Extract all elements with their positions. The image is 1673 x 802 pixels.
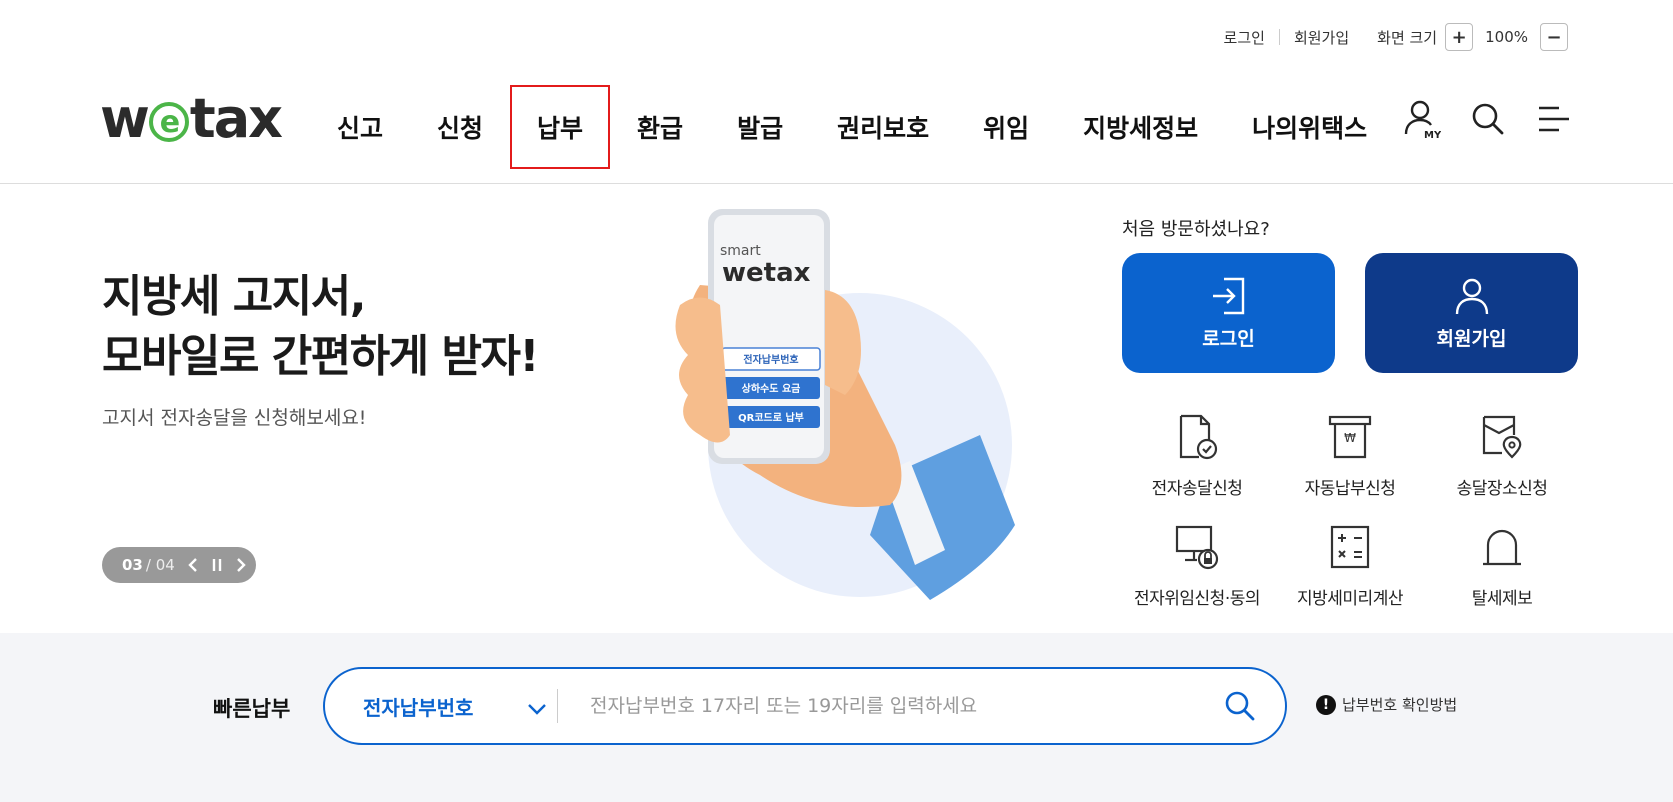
hero-subtitle: 고지서 전자송달을 신청해보세요! [102, 407, 367, 429]
service-e-delegation[interactable]: 전자위임신청·동의 [1122, 520, 1272, 609]
service-tax-evasion-report[interactable]: 탈세제보 [1427, 520, 1577, 609]
slide-total: / 04 [145, 556, 175, 574]
wetax-logo[interactable]: w e tax [100, 86, 283, 150]
hero-title-line2: 모바일로 간편하게 받자! [102, 331, 540, 382]
svg-text:wetax: wetax [722, 258, 811, 288]
hero-title: 지방세 고지서, 모바일로 간편하게 받자! [102, 267, 540, 387]
quick-pay-label: 빠른납부 [213, 697, 291, 721]
payment-type-select[interactable]: 전자납부번호 [325, 669, 557, 743]
zoom-value: 100% [1485, 28, 1528, 46]
menu-item-refund[interactable]: 환급 [610, 85, 710, 169]
service-label: 송달장소신청 [1456, 479, 1548, 499]
menu-item-apply[interactable]: 신청 [410, 85, 510, 169]
svg-text:QR코드로 납부: QR코드로 납부 [738, 411, 804, 424]
slide-current: 03 [122, 556, 143, 574]
zoom-in-button[interactable]: + [1445, 23, 1474, 51]
calculator-icon [1275, 520, 1425, 574]
service-label: 전자송달신청 [1151, 479, 1243, 499]
login-button-label: 로그인 [1202, 327, 1255, 350]
document-check-icon [1122, 410, 1272, 464]
payment-number-help-link[interactable]: ! 납부번호 확인방법 [1316, 694, 1457, 715]
hand-phone-illustration: smart wetax 전자납부번호 상하수도 요금 QR코드로 납부 [660, 205, 1030, 605]
service-label: 전자위임신청·동의 [1133, 589, 1261, 609]
service-label: 자동납부신청 [1304, 479, 1396, 499]
quick-pay-box: 전자납부번호 [323, 667, 1287, 745]
main-menu: 신고 신청 납부 환급 발급 권리보호 위임 지방세정보 나의위택스 [310, 70, 1394, 184]
my-page-icon[interactable]: MY [1403, 98, 1441, 140]
user-icon [1455, 278, 1488, 314]
search-icon[interactable] [1469, 98, 1507, 140]
login-button[interactable]: 로그인 [1122, 253, 1335, 373]
hero-title-line1: 지방세 고지서, [102, 271, 366, 322]
next-slide-icon[interactable] [235, 558, 247, 572]
prev-slide-icon[interactable] [187, 558, 199, 572]
payment-number-input[interactable] [558, 669, 1195, 743]
search-icon[interactable] [1195, 669, 1285, 743]
menu-item-localtax-info[interactable]: 지방세정보 [1056, 85, 1225, 169]
utility-bar: 로그인 회원가입 화면 크기 + 100% − [1210, 22, 1568, 52]
svg-text:₩: ₩ [1344, 431, 1356, 445]
service-auto-payment[interactable]: ₩ 자동납부신청 [1275, 410, 1425, 499]
monitor-lock-icon [1122, 520, 1272, 574]
global-navigation: w e tax 신고 신청 납부 환급 발급 권리보호 위임 지방세정보 나의위… [0, 70, 1673, 184]
svg-text:상하수도 요금: 상하수도 요금 [742, 382, 801, 395]
bill-icon: ₩ [1275, 410, 1425, 464]
zoom-out-button[interactable]: − [1540, 23, 1568, 51]
menu-item-delegation[interactable]: 위임 [956, 85, 1056, 169]
logo-text-tax: tax [189, 86, 283, 150]
menu-item-rights[interactable]: 권리보호 [810, 85, 956, 169]
service-label: 탈세제보 [1471, 589, 1533, 609]
service-label: 지방세미리계산 [1297, 589, 1403, 609]
help-label: 납부번호 확인방법 [1342, 696, 1458, 714]
join-button[interactable]: 회원가입 [1365, 253, 1578, 373]
payment-type-value: 전자납부번호 [363, 695, 474, 720]
menu-item-payment[interactable]: 납부 [510, 85, 611, 169]
menu-item-issue[interactable]: 발급 [710, 85, 810, 169]
svg-text:MY: MY [1424, 130, 1441, 140]
hamburger-menu-icon[interactable] [1535, 98, 1573, 140]
quick-pay-section: 빠른납부 전자납부번호 ! 납부번호 확인방법 [0, 633, 1673, 802]
first-visit-question: 처음 방문하셨나요? [1122, 219, 1270, 240]
logo-e-circle: e [148, 102, 189, 142]
svg-text:전자납부번호: 전자납부번호 [743, 353, 798, 366]
slider-controls: 03 / 04 [102, 547, 256, 583]
menu-item-report[interactable]: 신고 [310, 85, 410, 169]
header-icons: MY [1403, 98, 1573, 140]
service-delivery-place[interactable]: 송달장소신청 [1427, 410, 1577, 499]
zoom-label: 화면 크기 [1377, 28, 1438, 47]
login-icon [1212, 277, 1244, 314]
login-link[interactable]: 로그인 [1210, 27, 1279, 48]
join-link[interactable]: 회원가입 [1280, 27, 1363, 48]
chevron-down-icon [527, 697, 547, 721]
svg-text:smart: smart [720, 243, 761, 259]
envelope-location-icon [1427, 410, 1577, 464]
menu-item-my-wetax[interactable]: 나의위택스 [1225, 85, 1394, 169]
hero-banner: 지방세 고지서, 모바일로 간편하게 받자! 고지서 전자송달을 신청해보세요!… [0, 185, 1673, 633]
join-button-label: 회원가입 [1436, 327, 1507, 350]
alarm-bell-icon [1427, 520, 1577, 574]
service-e-delivery[interactable]: 전자송달신청 [1122, 410, 1272, 499]
logo-text-w: w [100, 86, 150, 150]
pause-icon[interactable] [211, 558, 223, 572]
service-tax-calculator[interactable]: 지방세미리계산 [1275, 520, 1425, 609]
exclamation-icon: ! [1316, 694, 1336, 715]
